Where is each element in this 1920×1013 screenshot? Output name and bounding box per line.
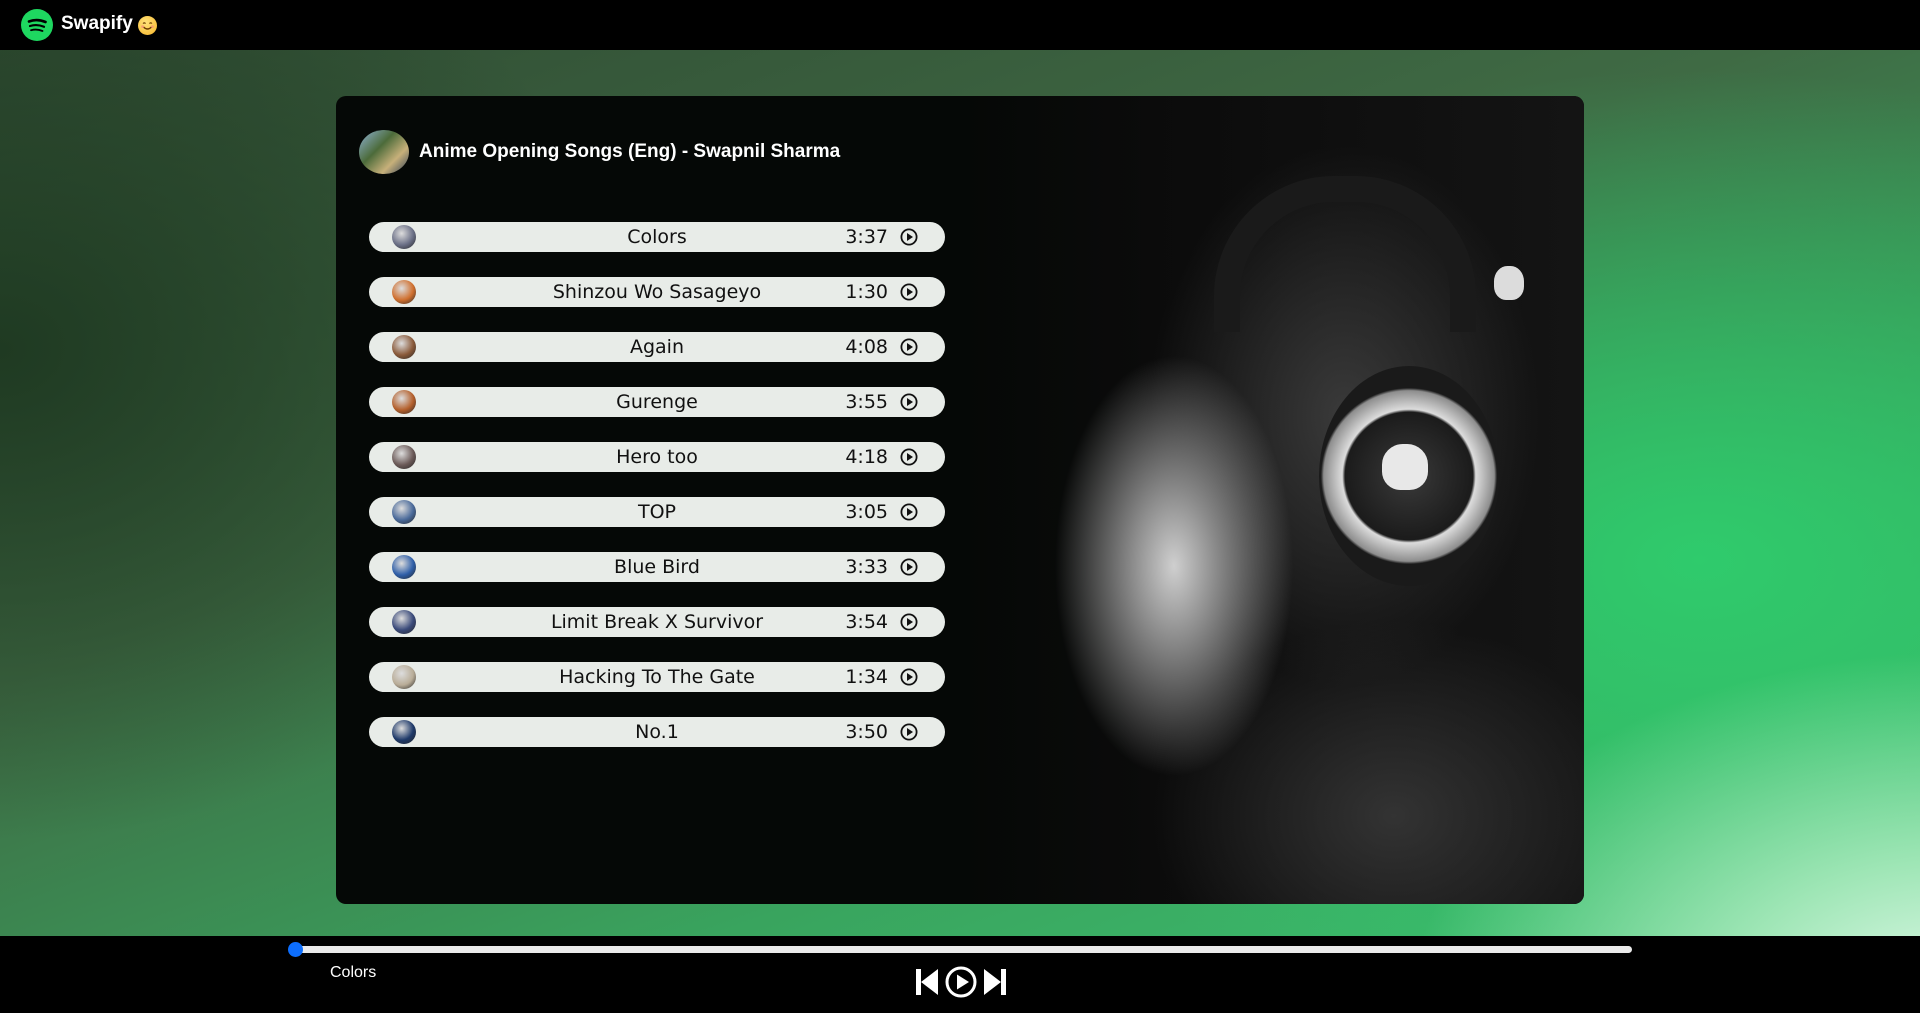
- top-bar: Swapify: [0, 0, 1920, 50]
- headphone-band-shape: [1214, 176, 1476, 332]
- playback-controls: [915, 966, 1007, 1002]
- play-circle-icon[interactable]: [900, 668, 918, 686]
- brand-name[interactable]: Swapify: [61, 13, 133, 35]
- song-duration: 3:37: [845, 226, 888, 248]
- song-row[interactable]: No.1 3:50: [369, 717, 945, 747]
- song-duration: 4:18: [845, 446, 888, 468]
- progress-bar[interactable]: [288, 942, 1632, 957]
- song-row[interactable]: Blue Bird 3:33: [369, 552, 945, 582]
- song-row[interactable]: Limit Break X Survivor 3:54: [369, 607, 945, 637]
- headphones-photo: [964, 96, 1584, 904]
- smiling-face-icon: [138, 16, 157, 35]
- playlist-card: Anime Opening Songs (Eng) - Swapnil Shar…: [336, 96, 1584, 904]
- next-icon[interactable]: [983, 967, 1007, 1001]
- now-playing-title: Colors: [330, 964, 377, 981]
- skull-logo-icon: [1494, 266, 1524, 300]
- play-circle-icon[interactable]: [900, 393, 918, 411]
- song-row[interactable]: Hero too 4:18: [369, 442, 945, 472]
- song-duration: 3:05: [845, 501, 888, 523]
- song-row[interactable]: Shinzou Wo Sasageyo 1:30: [369, 277, 945, 307]
- song-duration: 4:08: [845, 336, 888, 358]
- playlist-cover-image: [359, 130, 409, 174]
- song-row[interactable]: Colors 3:37: [369, 222, 945, 252]
- play-icon[interactable]: [945, 966, 977, 1002]
- spotify-logo-icon[interactable]: [21, 9, 53, 41]
- song-list: Colors 3:37 Shinzou Wo Sasageyo 1:30 Again 4:…: [369, 222, 945, 772]
- play-circle-icon[interactable]: [900, 448, 918, 466]
- play-circle-icon[interactable]: [900, 338, 918, 356]
- song-row[interactable]: Again 4:08: [369, 332, 945, 362]
- play-circle-icon[interactable]: [900, 228, 918, 246]
- song-duration: 3:33: [845, 556, 888, 578]
- song-row[interactable]: Hacking To The Gate 1:34: [369, 662, 945, 692]
- progress-thumb[interactable]: [288, 942, 303, 957]
- song-duration: 3:55: [845, 391, 888, 413]
- play-circle-icon[interactable]: [900, 723, 918, 741]
- play-circle-icon[interactable]: [900, 503, 918, 521]
- song-duration: 3:50: [845, 721, 888, 743]
- song-row[interactable]: TOP 3:05: [369, 497, 945, 527]
- song-row[interactable]: Gurenge 3:55: [369, 387, 945, 417]
- song-duration: 1:30: [845, 281, 888, 303]
- play-circle-icon[interactable]: [900, 558, 918, 576]
- previous-icon[interactable]: [915, 967, 939, 1001]
- playlist-header: Anime Opening Songs (Eng) - Swapnil Shar…: [359, 130, 840, 174]
- song-duration: 1:34: [845, 666, 888, 688]
- song-duration: 3:54: [845, 611, 888, 633]
- play-circle-icon[interactable]: [900, 613, 918, 631]
- playlist-title: Anime Opening Songs (Eng) - Swapnil Shar…: [419, 141, 841, 162]
- play-circle-icon[interactable]: [900, 283, 918, 301]
- skull-logo-icon: [1382, 444, 1428, 490]
